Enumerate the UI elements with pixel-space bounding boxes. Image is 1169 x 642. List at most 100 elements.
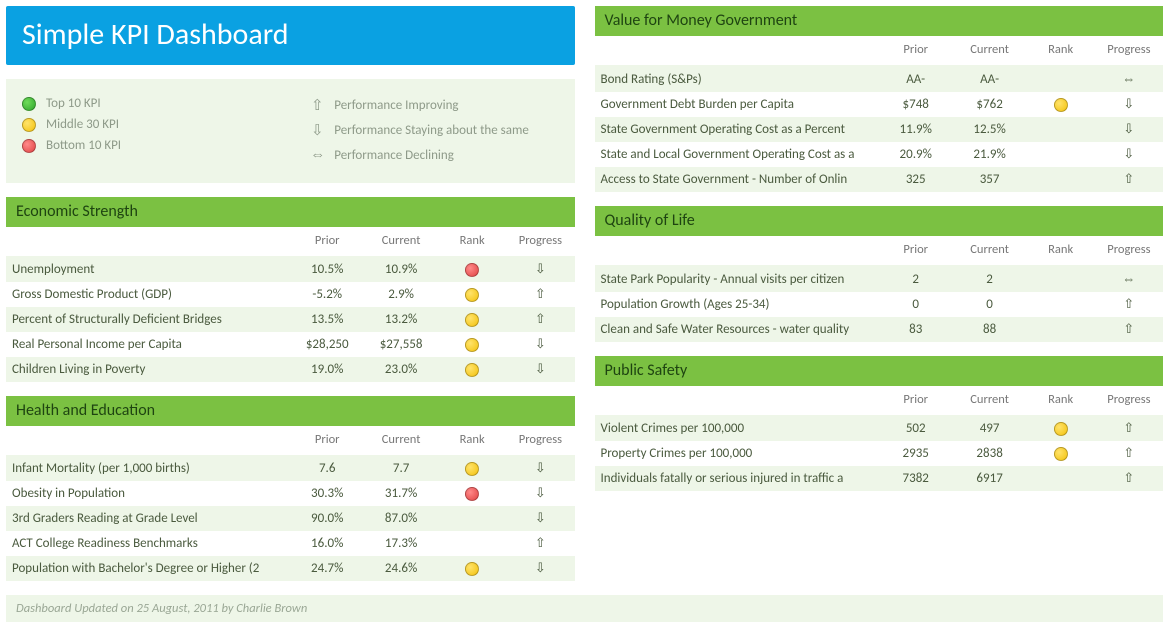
- metric-name: State Park Popularity - Annual visits pe…: [595, 266, 879, 293]
- prior-value: $748: [879, 92, 953, 117]
- current-value: 2838: [953, 441, 1027, 466]
- kpi-table: PriorCurrentRankProgressInfant Mortality…: [6, 426, 575, 581]
- current-value: 88: [953, 317, 1027, 342]
- table-row: Violent Crimes per 100,000502497⇧: [595, 416, 1164, 442]
- footer-updated: Dashboard Updated on 25 August, 2011 by …: [6, 595, 1163, 622]
- rank-dot-yellow: [1054, 447, 1068, 461]
- prior-value: 325: [879, 167, 953, 192]
- current-value: 357: [953, 167, 1027, 192]
- progress-cell: ⇩: [506, 357, 574, 382]
- rank-dot-yellow: [22, 118, 36, 132]
- current-value: 23.0%: [364, 357, 438, 382]
- col-current: Current: [364, 227, 438, 257]
- current-value: AA-: [953, 66, 1027, 93]
- legend-rank-item: Top 10 KPI: [22, 93, 270, 114]
- legend-progress-col: ⇧Performance Improving⇩Performance Stayi…: [310, 93, 558, 167]
- rank-dot-yellow: [465, 363, 479, 377]
- table-row: Obesity in Population30.3%31.7%⇩: [6, 481, 575, 506]
- col-progress: Progress: [1095, 386, 1163, 416]
- legend-label: Performance Improving: [334, 98, 458, 113]
- rank-cell: [1027, 92, 1095, 117]
- table-row: Children Living in Poverty19.0%23.0%⇩: [6, 357, 575, 382]
- current-value: 21.9%: [953, 142, 1027, 167]
- metric-name: ACT College Readiness Benchmarks: [6, 531, 290, 556]
- current-value: 6917: [953, 466, 1027, 491]
- table-row: Population with Bachelor's Degree or Hig…: [6, 556, 575, 581]
- prior-value: 30.3%: [290, 481, 364, 506]
- rank-cell: [1027, 66, 1095, 93]
- rank-dot-yellow: [1054, 98, 1068, 112]
- table-row: Bond Rating (S&Ps)AA-AA-⇔: [595, 66, 1164, 93]
- legend-progress-item: ⇧ Performance Improving: [310, 93, 558, 118]
- progress-cell: ⇩: [506, 506, 574, 531]
- rank-dot-yellow: [465, 462, 479, 476]
- progress-cell: ⇧: [1095, 292, 1163, 317]
- rank-cell: [1027, 317, 1095, 342]
- progress-cell: ⇩: [506, 332, 574, 357]
- panel-header: Health and Education: [6, 396, 575, 426]
- current-value: 7.7: [364, 456, 438, 482]
- progress-cell: ⇩: [506, 456, 574, 482]
- col-current: Current: [953, 36, 1027, 66]
- current-value: $27,558: [364, 332, 438, 357]
- legend-rank-item: Bottom 10 KPI: [22, 135, 270, 156]
- metric-name: Violent Crimes per 100,000: [595, 416, 879, 442]
- current-value: 497: [953, 416, 1027, 442]
- metric-name: Real Personal Income per Capita: [6, 332, 290, 357]
- table-row: ACT College Readiness Benchmarks16.0%17.…: [6, 531, 575, 556]
- progress-glyph: ⇧: [310, 96, 324, 115]
- col-progress: Progress: [506, 227, 574, 257]
- current-value: 17.3%: [364, 531, 438, 556]
- col-progress: Progress: [506, 426, 574, 456]
- panel-header: Value for Money Government: [595, 6, 1164, 36]
- legend-label: Performance Declining: [334, 148, 454, 163]
- legend-rank-item: Middle 30 KPI: [22, 114, 270, 135]
- rank-dot-yellow: [465, 313, 479, 327]
- col-rank: Rank: [438, 426, 506, 456]
- rank-cell: [1027, 466, 1095, 491]
- prior-value: 20.9%: [879, 142, 953, 167]
- col-rank: Rank: [1027, 236, 1095, 266]
- current-value: 87.0%: [364, 506, 438, 531]
- rank-dot-green: [22, 97, 36, 111]
- prior-value: $28,250: [290, 332, 364, 357]
- progress-cell: ⇔: [1095, 266, 1163, 293]
- left-column: Simple KPI Dashboard Top 10 KPIMiddle 30…: [6, 6, 575, 581]
- table-row: State and Local Government Operating Cos…: [595, 142, 1164, 167]
- col-metric: [595, 236, 879, 266]
- col-rank: Rank: [1027, 386, 1095, 416]
- rank-dot-red: [465, 487, 479, 501]
- rank-cell: [438, 556, 506, 581]
- panel-header: Public Safety: [595, 356, 1164, 386]
- right-column: Value for Money GovernmentPriorCurrentRa…: [595, 6, 1164, 581]
- prior-value: 13.5%: [290, 307, 364, 332]
- metric-name: Bond Rating (S&Ps): [595, 66, 879, 93]
- current-value: 31.7%: [364, 481, 438, 506]
- table-row: State Park Popularity - Annual visits pe…: [595, 266, 1164, 293]
- col-rank: Rank: [1027, 36, 1095, 66]
- metric-name: Property Crimes per 100,000: [595, 441, 879, 466]
- prior-value: 7.6: [290, 456, 364, 482]
- metric-name: Percent of Structurally Deficient Bridge…: [6, 307, 290, 332]
- dashboard-grid: Simple KPI Dashboard Top 10 KPIMiddle 30…: [6, 6, 1163, 581]
- progress-glyph: ⇔: [310, 146, 324, 164]
- rank-dot-yellow: [465, 288, 479, 302]
- rank-cell: [1027, 142, 1095, 167]
- progress-cell: ⇩: [1095, 117, 1163, 142]
- table-row: Population Growth (Ages 25-34)00⇧: [595, 292, 1164, 317]
- rank-cell: [1027, 167, 1095, 192]
- table-row: Infant Mortality (per 1,000 births)7.67.…: [6, 456, 575, 482]
- prior-value: 0: [879, 292, 953, 317]
- table-row: Percent of Structurally Deficient Bridge…: [6, 307, 575, 332]
- current-value: 13.2%: [364, 307, 438, 332]
- current-value: 10.9%: [364, 257, 438, 283]
- table-row: Property Crimes per 100,00029352838⇧: [595, 441, 1164, 466]
- col-metric: [6, 426, 290, 456]
- metric-name: Population Growth (Ages 25-34): [595, 292, 879, 317]
- prior-value: 19.0%: [290, 357, 364, 382]
- current-value: 2: [953, 266, 1027, 293]
- legend-label: Performance Staying about the same: [334, 123, 529, 138]
- progress-cell: ⇩: [1095, 92, 1163, 117]
- prior-value: -5.2%: [290, 282, 364, 307]
- progress-cell: ⇧: [1095, 416, 1163, 442]
